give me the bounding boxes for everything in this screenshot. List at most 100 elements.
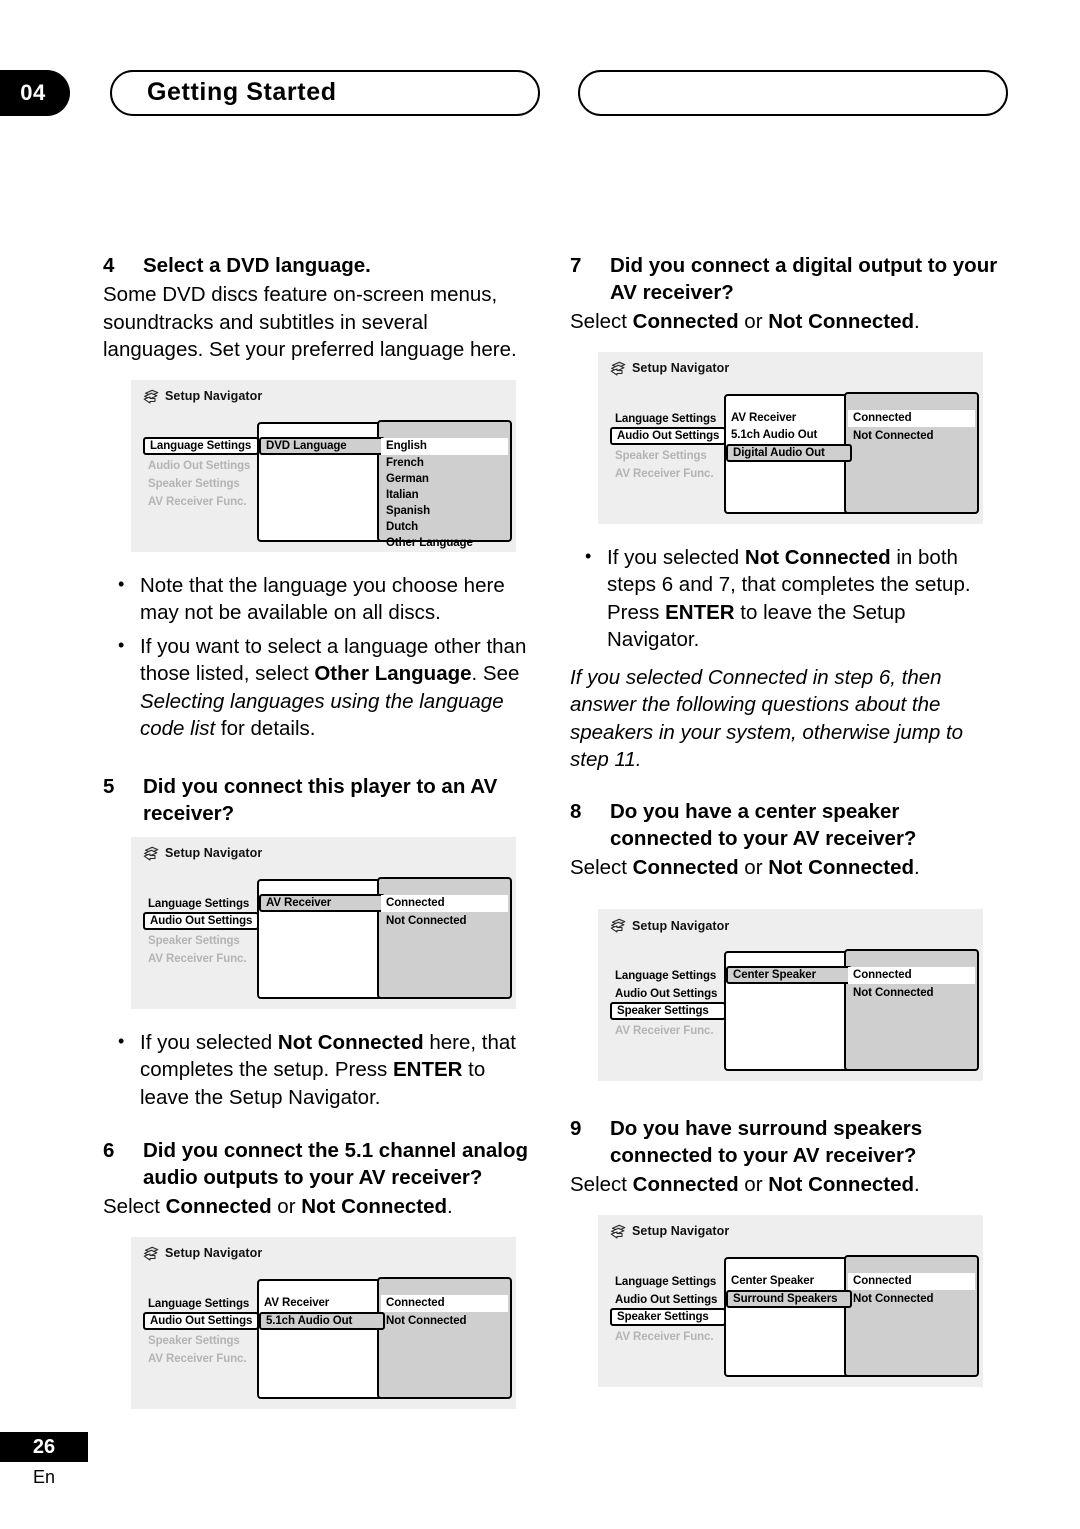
osd-menu-audio-out-settings[interactable]: Audio Out Settings — [610, 1292, 726, 1310]
osd-option-connected[interactable]: Connected — [848, 1272, 975, 1290]
step-8-select-line: Select Connected or Not Connected. — [570, 854, 1000, 882]
osd-menu-language-settings[interactable]: Language Settings — [143, 1296, 259, 1314]
osd-menu-language-settings[interactable]: Language Settings — [143, 436, 259, 455]
osd-header: Setup Navigator — [610, 1224, 729, 1239]
header-empty-pill — [578, 70, 1008, 116]
list-item: If you selected Not Connected here, that… — [103, 1028, 533, 1112]
osd-screen-center-speaker: Setup Navigator Language Settings Audio … — [598, 909, 983, 1081]
osd-option-not-connected[interactable]: Not Connected — [381, 913, 508, 930]
osd-option-english[interactable]: English — [381, 437, 508, 455]
select-suffix: . — [447, 1195, 453, 1218]
page-title: Getting Started — [147, 77, 337, 106]
step-4-number: 4 — [103, 254, 115, 277]
osd-menu-av-receiver-func[interactable]: AV Receiver Func. — [143, 951, 259, 969]
osd-menu-speaker-settings[interactable]: Speaker Settings — [610, 448, 726, 466]
select-middle: or — [738, 310, 769, 333]
osd-header: Setup Navigator — [143, 1246, 262, 1261]
bullet-bold: ENTER — [392, 1058, 463, 1081]
osd-option-connected[interactable]: Connected — [381, 1294, 508, 1312]
list-item: Note that the language you choose here m… — [103, 571, 533, 627]
page-number-badge: 26 — [0, 1432, 88, 1462]
osd-screen-dvd-language: Setup Navigator Language Settings Audio … — [131, 379, 516, 552]
setup-navigator-icon — [610, 1224, 627, 1239]
osd-submenu-center-speaker[interactable]: Center Speaker — [726, 1273, 852, 1291]
osd-header: Setup Navigator — [143, 846, 262, 861]
bullet-italic: Selecting languages using the language c… — [140, 689, 504, 741]
osd-option-connected[interactable]: Connected — [381, 894, 508, 912]
step-4-title: Select a DVD language. — [143, 254, 371, 277]
osd-submenu-av-receiver[interactable]: AV Receiver — [726, 410, 852, 428]
osd-submenu-dvd-language[interactable]: DVD Language — [259, 436, 385, 455]
osd-menu-speaker-settings[interactable]: Speaker Settings — [143, 933, 259, 951]
osd-option-other-language[interactable]: Other Language — [381, 535, 508, 552]
osd-menu-audio-out-settings[interactable]: Audio Out Settings — [143, 458, 259, 476]
osd-menu-audio-out-settings[interactable]: Audio Out Settings — [610, 426, 726, 445]
osd-menu-av-receiver-func[interactable]: AV Receiver Func. — [610, 466, 726, 484]
step-8-heading: 8 Do you have a center speaker connected… — [570, 798, 1000, 852]
osd-submenu-51ch-audio-out[interactable]: 5.1ch Audio Out — [259, 1311, 385, 1330]
osd-menu-speaker-settings[interactable]: Speaker Settings — [610, 1002, 726, 1020]
osd-menu-language-settings[interactable]: Language Settings — [610, 968, 726, 986]
option-connected: Connected — [632, 1173, 739, 1196]
osd-option-connected[interactable]: Connected — [848, 967, 975, 984]
osd-option-not-connected[interactable]: Not Connected — [848, 1291, 975, 1308]
osd-submenu-digital-audio-out[interactable]: Digital Audio Out — [726, 443, 852, 462]
option-not-connected: Not Connected — [768, 1173, 915, 1196]
step-4-bullets: Note that the language you choose here m… — [103, 571, 533, 743]
osd-menu-language-settings[interactable]: Language Settings — [143, 896, 259, 914]
osd-menu-speaker-settings[interactable]: Speaker Settings — [143, 476, 259, 494]
osd-submenu-surround-speakers[interactable]: Surround Speakers — [726, 1289, 852, 1308]
osd-submenu-center-speaker[interactable]: Center Speaker — [726, 966, 852, 984]
osd-menu-speaker-settings[interactable]: Speaker Settings — [143, 1333, 259, 1351]
osd-header: Setup Navigator — [610, 361, 729, 376]
page-language-code: En — [32, 1467, 56, 1487]
osd-menu-av-receiver-func[interactable]: AV Receiver Func. — [143, 1351, 259, 1369]
osd-option-french[interactable]: French — [381, 455, 508, 472]
osd-option-german[interactable]: German — [381, 471, 508, 488]
select-prefix: Select — [103, 1195, 166, 1218]
option-connected: Connected — [165, 1195, 272, 1218]
list-item: If you want to select a language other t… — [103, 632, 533, 743]
osd-menu-av-receiver-func[interactable]: AV Receiver Func. — [143, 494, 259, 512]
osd-option-dutch[interactable]: Dutch — [381, 519, 508, 536]
osd-title: Setup Navigator — [165, 389, 263, 403]
osd-submenu-av-receiver[interactable]: AV Receiver — [259, 893, 385, 912]
page-header: 04 Getting Started — [0, 70, 1080, 116]
step-9-heading: 9 Do you have surround speakers connecte… — [570, 1115, 1000, 1169]
osd-menu-audio-out-settings[interactable]: Audio Out Settings — [143, 911, 259, 930]
step-7-italic-note: If you selected Connected in step 6, the… — [570, 665, 964, 772]
osd-menu-language-settings[interactable]: Language Settings — [610, 411, 726, 429]
osd-option-spanish[interactable]: Spanish — [381, 503, 508, 520]
bullet-text: If you selected — [140, 1030, 278, 1054]
bullet-text: Note that the language you choose here m… — [140, 573, 505, 625]
osd-title: Setup Navigator — [632, 361, 730, 375]
osd-menu-audio-out-settings[interactable]: Audio Out Settings — [143, 1311, 259, 1330]
osd-menu-av-receiver-func[interactable]: AV Receiver Func. — [610, 1023, 726, 1041]
osd-submenu-51ch-audio-out[interactable]: 5.1ch Audio Out — [726, 427, 852, 445]
osd-title: Setup Navigator — [632, 1224, 730, 1238]
setup-navigator-icon — [143, 1246, 160, 1261]
osd-title: Setup Navigator — [632, 918, 730, 933]
select-middle: or — [271, 1195, 302, 1218]
osd-option-not-connected[interactable]: Not Connected — [848, 985, 975, 1002]
osd-menu-language-settings[interactable]: Language Settings — [610, 1274, 726, 1292]
osd-option-not-connected[interactable]: Not Connected — [848, 428, 975, 445]
osd-submenu-av-receiver[interactable]: AV Receiver — [259, 1295, 385, 1313]
osd-option-connected[interactable]: Connected — [848, 409, 975, 427]
step-4-body: Some DVD discs feature on-screen menus, … — [103, 283, 517, 361]
step-7-bullets: If you selected Not Connected in both st… — [570, 543, 1000, 654]
select-suffix: . — [914, 310, 920, 333]
select-prefix: Select — [570, 310, 633, 333]
osd-screen-51ch-audio-out: Setup Navigator Language Settings Audio … — [131, 1236, 516, 1409]
osd-option-italian[interactable]: Italian — [381, 487, 508, 504]
select-middle: or — [738, 855, 769, 879]
osd-option-not-connected[interactable]: Not Connected — [381, 1313, 508, 1330]
step-7-title: Did you connect a digital output to your… — [610, 254, 998, 304]
osd-menu-speaker-settings[interactable]: Speaker Settings — [610, 1307, 726, 1326]
bullet-bold: Not Connected — [277, 1030, 424, 1054]
select-middle: or — [738, 1173, 769, 1196]
osd-menu-av-receiver-func[interactable]: AV Receiver Func. — [610, 1329, 726, 1347]
option-not-connected: Not Connected — [768, 855, 915, 879]
step-5-bullets: If you selected Not Connected here, that… — [103, 1028, 533, 1112]
osd-title: Setup Navigator — [165, 846, 263, 860]
